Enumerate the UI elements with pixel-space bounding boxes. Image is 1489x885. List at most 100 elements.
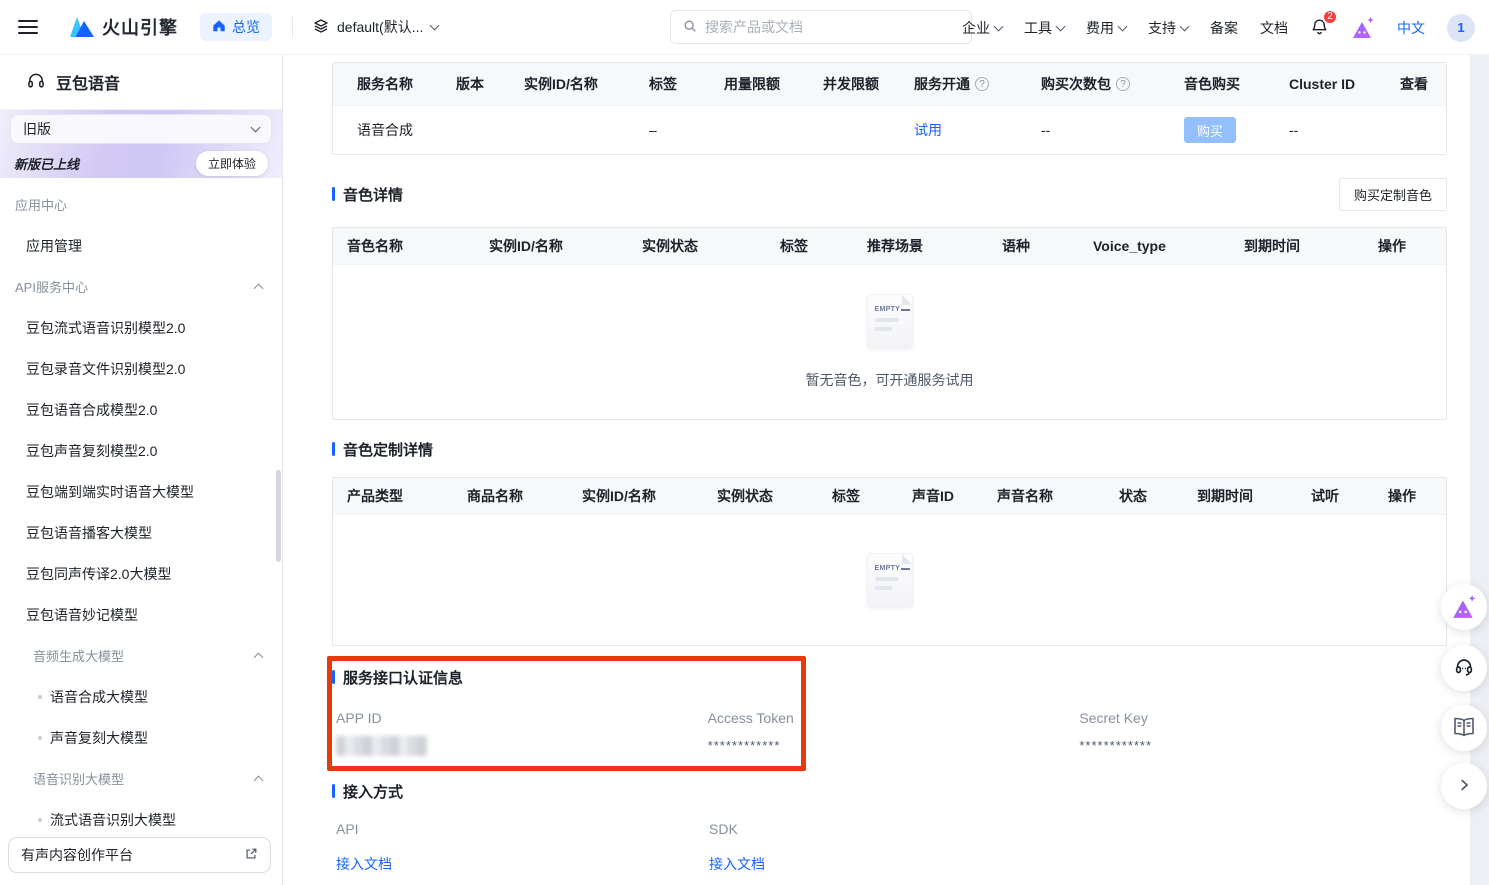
- col-header: 实例状态: [642, 236, 780, 256]
- col-header: 音色名称: [347, 236, 489, 256]
- collapse-fab[interactable]: [1441, 763, 1487, 809]
- help-icon[interactable]: ?: [975, 77, 989, 91]
- sidebar-item-voice-clone-2[interactable]: 豆包声音复刻模型2.0: [0, 430, 282, 471]
- table-cell: 购买: [1184, 117, 1289, 143]
- version-selector[interactable]: 旧版: [10, 114, 272, 144]
- overview-tab[interactable]: 总览: [200, 13, 272, 41]
- sidebar-scrollbar[interactable]: [276, 470, 281, 562]
- external-link-icon: [244, 847, 258, 864]
- secret-key-field: Secret Key ************: [1075, 710, 1447, 756]
- buy-voice-button[interactable]: 购买: [1184, 117, 1236, 143]
- app-id-label: APP ID: [336, 710, 704, 726]
- menu-icon[interactable]: [18, 20, 38, 34]
- buy-custom-voice-button[interactable]: 购买定制音色: [1339, 178, 1447, 211]
- secret-key-value: ************: [1079, 738, 1447, 753]
- sidebar-item-tts-2[interactable]: 豆包语音合成模型2.0: [0, 389, 282, 430]
- chevron-up-icon: [254, 284, 264, 294]
- ai-assistant-fab[interactable]: [1441, 584, 1487, 630]
- sidebar-item-file-asr-2[interactable]: 豆包录音文件识别模型2.0: [0, 348, 282, 389]
- access-token-value: ************: [708, 738, 1076, 753]
- api-doc-link[interactable]: 接入文档: [336, 856, 392, 872]
- chevron-down-icon: [1056, 21, 1066, 31]
- chevron-up-icon: [254, 776, 264, 786]
- chevron-right-icon: [1457, 778, 1471, 795]
- help-icon[interactable]: ?: [1116, 77, 1130, 91]
- sdk-label: SDK: [709, 821, 1078, 837]
- col-header: 商品名称: [467, 486, 582, 506]
- nav-docs[interactable]: 文档: [1260, 18, 1288, 38]
- sidebar-section-asr-large[interactable]: 语音识别大模型: [0, 758, 282, 799]
- col-header: 状态: [1119, 486, 1197, 506]
- headset-support-icon: [1453, 656, 1475, 681]
- divider: [292, 17, 293, 37]
- sdk-access: SDK 接入文档: [705, 821, 1078, 874]
- sidebar-item-stream-asr-large[interactable]: 流式语音识别大模型: [0, 799, 282, 840]
- col-header: 标签: [780, 236, 867, 256]
- audio-creation-platform-link[interactable]: 有声内容创作平台: [8, 837, 271, 873]
- sidebar-item-tts-large[interactable]: 语音合成大模型: [0, 676, 282, 717]
- table-row: 语音合成 – 试用 -- 购买 --: [333, 105, 1446, 154]
- ai-assistant-button[interactable]: [1351, 17, 1375, 39]
- chevron-down-icon: [1180, 21, 1190, 31]
- avatar[interactable]: 1: [1447, 14, 1475, 42]
- col-header: 实例状态: [717, 486, 832, 506]
- brand-name: 火山引擎: [102, 14, 178, 40]
- project-selector[interactable]: default(默认...: [313, 17, 438, 37]
- sidebar-item-app-management[interactable]: 应用管理: [0, 225, 282, 266]
- col-header: 到期时间: [1197, 486, 1311, 506]
- nav-tools[interactable]: 工具: [1024, 18, 1064, 38]
- page-scrollbar-track[interactable]: [1470, 55, 1489, 885]
- product-title: 豆包语音: [56, 70, 120, 94]
- nav-icp[interactable]: 备案: [1210, 18, 1238, 38]
- sidebar-item-miaoji[interactable]: 豆包语音妙记模型: [0, 594, 282, 635]
- global-search[interactable]: [670, 10, 972, 44]
- new-version-text: 新版已上线: [14, 154, 79, 173]
- docs-fab[interactable]: [1441, 705, 1487, 751]
- empty-state-text: 暂无音色，可开通服务试用: [806, 370, 974, 390]
- col-header: 服务开通?: [914, 74, 1041, 94]
- project-name: default(默认...: [337, 17, 423, 37]
- version-banner: 旧版 新版已上线 立即体验: [0, 110, 282, 178]
- sdk-doc-link[interactable]: 接入文档: [709, 856, 765, 872]
- service-table: 服务名称 版本 实例ID/名称 标签 用量限额 并发限额 服务开通? 购买次数包…: [332, 62, 1447, 155]
- custom-detail-title: 音色定制详情: [332, 440, 1447, 458]
- sidebar-item-clone-large[interactable]: 声音复刻大模型: [0, 717, 282, 758]
- chevron-down-icon: [251, 123, 261, 133]
- table-cell: –: [649, 122, 724, 138]
- sidebar-section-api-center[interactable]: API服务中心: [0, 266, 282, 307]
- nav-support[interactable]: 支持: [1148, 18, 1188, 38]
- col-header: 用量限额: [724, 74, 823, 94]
- sidebar-item-podcast[interactable]: 豆包语音播客大模型: [0, 512, 282, 553]
- nav-billing[interactable]: 费用: [1086, 18, 1126, 38]
- col-header: 声音ID: [912, 486, 997, 506]
- secret-key-label: Secret Key: [1079, 710, 1447, 726]
- sidebar-item-simul-translate[interactable]: 豆包同声传译2.0大模型: [0, 553, 282, 594]
- service-name-cell: 语音合成: [357, 120, 456, 140]
- chevron-down-icon: [1118, 21, 1128, 31]
- support-fab[interactable]: [1441, 645, 1487, 691]
- sidebar-nav: 应用中心 应用管理 API服务中心 豆包流式语音识别模型2.0 豆包录音文件识别…: [0, 178, 282, 840]
- language-switch[interactable]: 中文: [1397, 18, 1425, 38]
- col-header: 声音名称: [997, 486, 1119, 506]
- notifications-button[interactable]: 2: [1310, 17, 1329, 39]
- sidebar-section-audio-gen[interactable]: 音频生成大模型: [0, 635, 282, 676]
- try-now-button[interactable]: 立即体验: [196, 151, 268, 176]
- col-header: 到期时间: [1244, 236, 1378, 256]
- search-icon: [683, 19, 697, 36]
- sidebar-item-realtime-voice[interactable]: 豆包端到端实时语音大模型: [0, 471, 282, 512]
- chevron-down-icon: [994, 21, 1004, 31]
- col-header: 操作: [1378, 236, 1406, 256]
- col-header: 实例ID/名称: [524, 74, 649, 94]
- brand-logo[interactable]: 火山引擎: [68, 14, 178, 40]
- col-header: 产品类型: [347, 486, 467, 506]
- nav-enterprise[interactable]: 企业: [962, 18, 1002, 38]
- api-label: API: [336, 821, 705, 837]
- voice-table-empty-state: EMPTY 暂无音色，可开通服务试用: [333, 264, 1446, 419]
- col-header: 语种: [1002, 236, 1093, 256]
- table-cell: 试用: [914, 120, 1041, 140]
- col-header: 实例ID/名称: [582, 486, 717, 506]
- sidebar-item-stream-asr-2[interactable]: 豆包流式语音识别模型2.0: [0, 307, 282, 348]
- search-input[interactable]: [705, 19, 959, 35]
- trial-link[interactable]: 试用: [914, 122, 942, 138]
- app-id-value-blurred: [336, 736, 428, 756]
